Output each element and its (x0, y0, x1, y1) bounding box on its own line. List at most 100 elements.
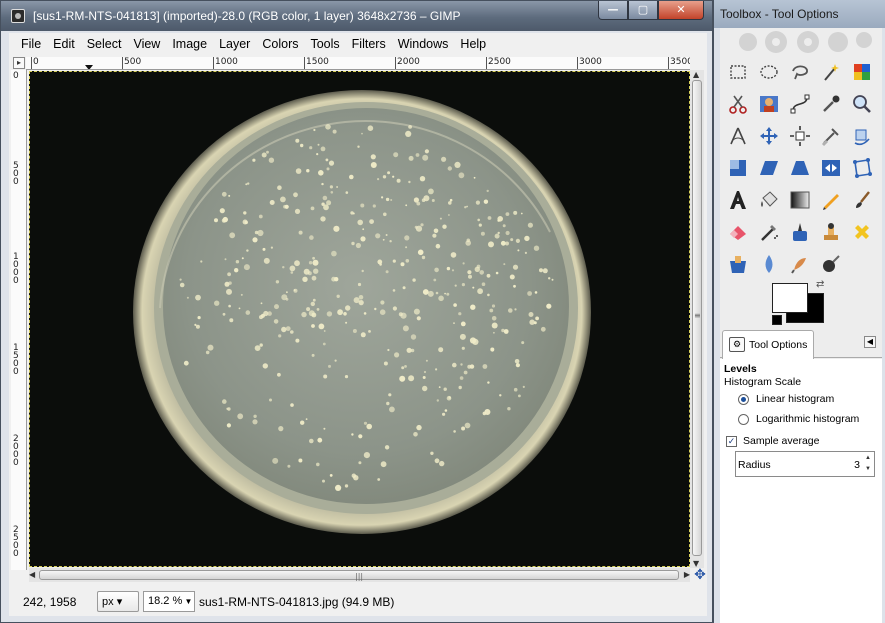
eraser-icon[interactable] (722, 216, 753, 248)
linear-histogram-option[interactable]: Linear histogram (738, 393, 834, 405)
default-colors-icon[interactable] (772, 315, 782, 325)
ruler-label: 2500 (13, 525, 19, 559)
shear-icon[interactable] (753, 152, 784, 184)
quick-mask-toggle-icon[interactable]: ▸ (13, 57, 25, 69)
pencil-icon[interactable] (815, 184, 846, 216)
horizontal-scroll-thumb[interactable]: ||| (39, 570, 679, 581)
zoom-dropdown-icon[interactable]: ▼ (183, 592, 194, 611)
unit-value: px (102, 596, 114, 608)
zoom-value: 18.2 % (148, 595, 183, 607)
airbrush-icon[interactable] (753, 216, 784, 248)
vertical-ruler[interactable]: 0 500 1000 1500 2000 2500 (11, 70, 27, 570)
sample-average-checkbox[interactable]: ✓ (726, 435, 737, 447)
ruler-label: 0 (13, 71, 19, 81)
toolbox-title-bar[interactable]: Toolbox - Tool Options (714, 0, 885, 28)
toolbox-title: Toolbox - Tool Options (720, 7, 839, 21)
vertical-scroll-thumb[interactable]: ≡ (692, 80, 702, 556)
ruler-label: 500 (13, 161, 19, 187)
foreground-color-swatch[interactable] (772, 283, 808, 313)
menu-select[interactable]: Select (81, 37, 128, 51)
navigate-icon[interactable]: ✥ (693, 568, 707, 582)
blend-icon[interactable] (784, 184, 815, 216)
linear-histogram-radio[interactable] (738, 393, 749, 405)
menu-image[interactable]: Image (166, 37, 213, 51)
ruler-label: 3500 (670, 57, 690, 67)
tab-tool-options[interactable]: ⚙ Tool Options (722, 330, 814, 359)
paths-icon[interactable] (784, 88, 815, 120)
move-icon[interactable] (753, 120, 784, 152)
ruler-label: 1500 (13, 343, 19, 377)
color-picker-icon[interactable] (815, 88, 846, 120)
vertical-scrollbar[interactable]: ▲ ≡ ▼ (690, 70, 704, 568)
wilber-drop-area-icon[interactable] (728, 28, 878, 54)
menu-edit[interactable]: Edit (47, 37, 81, 51)
heal-icon[interactable] (846, 216, 877, 248)
scissors-select-icon[interactable] (722, 88, 753, 120)
ellipse-select-icon[interactable] (753, 56, 784, 88)
paintbrush-icon[interactable] (846, 184, 877, 216)
status-bar: 242, 1958 px ▾ 18.2 % ▼ sus1-RM-NTS-0418… (9, 589, 707, 616)
dock-tabs: ⚙ Tool Options ◀ (720, 328, 882, 359)
unit-selector[interactable]: px ▾ (97, 591, 139, 612)
measure-icon[interactable] (722, 120, 753, 152)
by-color-select-icon[interactable] (846, 56, 877, 88)
logarithmic-histogram-label: Logarithmic histogram (756, 413, 860, 425)
blur-icon[interactable] (753, 248, 784, 280)
tool-options-icon: ⚙ (729, 337, 745, 352)
pointer-position-marker (85, 65, 93, 69)
smudge-icon[interactable] (784, 248, 815, 280)
scroll-left-arrow-icon[interactable]: ◀ (29, 570, 35, 579)
close-button[interactable]: ✕ (658, 1, 704, 20)
text-icon[interactable] (722, 184, 753, 216)
scroll-up-arrow-icon[interactable]: ▲ (693, 70, 699, 79)
scale-icon[interactable] (722, 152, 753, 184)
perspective-clone-icon[interactable] (722, 248, 753, 280)
menu-windows[interactable]: Windows (392, 37, 455, 51)
menu-filters[interactable]: Filters (346, 37, 392, 51)
menu-file[interactable]: File (15, 37, 47, 51)
rotate-icon[interactable] (846, 120, 877, 152)
scroll-right-arrow-icon[interactable]: ▶ (684, 570, 690, 579)
maximize-button[interactable]: ▢ (628, 1, 658, 20)
flip-icon[interactable] (815, 152, 846, 184)
clone-icon[interactable] (815, 216, 846, 248)
title-bar[interactable]: [sus1-RM-NTS-041813] (imported)-28.0 (RG… (1, 1, 712, 31)
sample-average-option[interactable]: ✓ Sample average (726, 435, 819, 447)
image-canvas[interactable] (29, 71, 690, 567)
rect-select-icon[interactable] (722, 56, 753, 88)
pointer-coordinates: 242, 1958 (23, 595, 77, 609)
crop-icon[interactable] (815, 120, 846, 152)
tool-options-panel: Levels Histogram Scale Linear histogram … (720, 359, 882, 623)
perspective-icon[interactable] (784, 152, 815, 184)
window-title: [sus1-RM-NTS-041813] (imported)-28.0 (RG… (33, 9, 461, 23)
menu-view[interactable]: View (127, 37, 166, 51)
align-icon[interactable] (784, 120, 815, 152)
logarithmic-histogram-option[interactable]: Logarithmic histogram (738, 413, 859, 425)
menu-colors[interactable]: Colors (256, 37, 304, 51)
foreground-select-icon[interactable] (753, 88, 784, 120)
horizontal-scrollbar[interactable]: ◀ ||| ▶ (29, 568, 690, 582)
minimize-button[interactable]: — (598, 1, 628, 20)
menu-layer[interactable]: Layer (213, 37, 256, 51)
fuzzy-select-icon[interactable] (815, 56, 846, 88)
tab-menu-icon[interactable]: ◀ (864, 336, 876, 348)
free-select-icon[interactable] (784, 56, 815, 88)
bucket-fill-icon[interactable] (753, 184, 784, 216)
ruler-label: 0 (33, 57, 39, 67)
logarithmic-histogram-radio[interactable] (738, 413, 749, 425)
chevron-down-icon: ▾ (116, 596, 123, 608)
gimp-app-icon[interactable] (11, 9, 25, 23)
ruler-label: 2000 (13, 434, 19, 468)
menu-help[interactable]: Help (454, 37, 492, 51)
spin-arrows-icon[interactable]: ▲ ▼ (863, 453, 873, 475)
menu-tools[interactable]: Tools (304, 37, 345, 51)
file-info: sus1-RM-NTS-041813.jpg (94.9 MB) (199, 595, 395, 609)
ink-icon[interactable] (784, 216, 815, 248)
swap-colors-icon[interactable]: ⇄ (816, 279, 824, 290)
dodge-burn-icon[interactable] (815, 248, 846, 280)
horizontal-ruler[interactable]: 0 500 1000 1500 2000 2500 3000 3500 (26, 57, 690, 70)
cage-transform-icon[interactable] (846, 152, 877, 184)
zoom-icon[interactable] (846, 88, 877, 120)
radius-spinner[interactable]: Radius 3 ▲ ▼ (735, 451, 875, 477)
ruler-label: 2000 (397, 57, 420, 67)
